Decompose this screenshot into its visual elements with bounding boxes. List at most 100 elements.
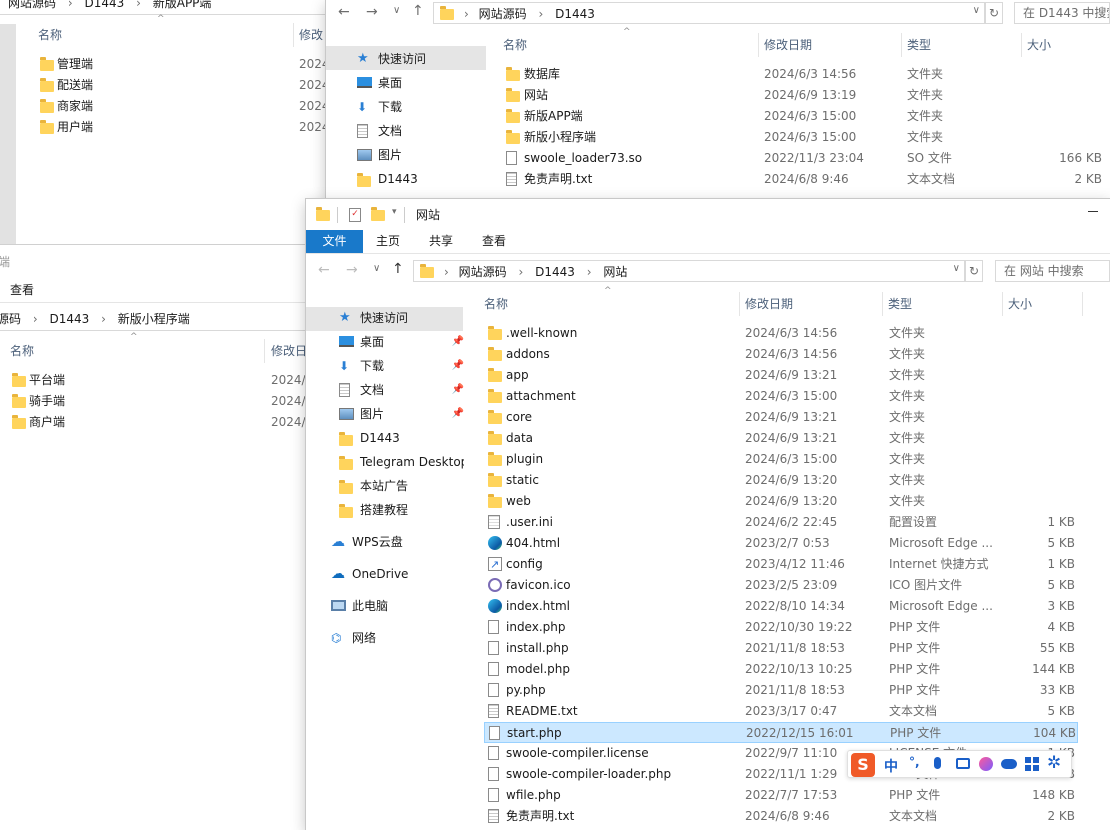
- file-row[interactable]: README.txt 2023/3/17 0:47 文本文档 5 KB: [484, 701, 1078, 722]
- file-row[interactable]: install.php 2021/11/8 18:53 PHP 文件 55 KB: [484, 638, 1078, 659]
- breadcrumb-item[interactable]: 网站: [603, 265, 627, 279]
- file-row[interactable]: .well-known 2024/6/3 14:56 文件夹: [484, 323, 1078, 344]
- ime-punctuation-toggle[interactable]: °,: [909, 755, 920, 769]
- new-folder-icon[interactable]: [371, 207, 385, 221]
- breadcrumb-item[interactable]: 网站源码: [8, 0, 56, 10]
- nav-item[interactable]: 此电脑: [331, 595, 456, 617]
- ribbon-tab-home[interactable]: 主页: [376, 230, 400, 253]
- chevron-down-icon[interactable]: ∨: [953, 263, 960, 274]
- nav-item[interactable]: Telegram Desktop: [339, 451, 464, 473]
- file-row[interactable]: .user.ini 2024/6/2 22:45 配置设置 1 KB: [484, 512, 1078, 533]
- nav-item[interactable]: 文档: [357, 120, 482, 142]
- file-row[interactable]: favicon.ico 2023/2/5 23:09 ICO 图片文件 5 KB: [484, 575, 1078, 596]
- properties-icon[interactable]: ✓: [349, 208, 361, 222]
- breadcrumb-item[interactable]: D1443: [84, 0, 124, 10]
- settings-gear-icon[interactable]: ✲: [1047, 753, 1061, 773]
- nav-item[interactable]: ★ 快速访问: [357, 48, 482, 70]
- nav-item[interactable]: D1443: [357, 168, 482, 190]
- file-row[interactable]: 新版APP端 2024/6/3 15:00 文件夹: [502, 106, 1102, 127]
- gamepad-icon[interactable]: [1001, 759, 1017, 769]
- file-row[interactable]: 新版小程序端 2024/6/3 15:00 文件夹: [502, 127, 1102, 148]
- nav-item[interactable]: ★ 快速访问: [339, 307, 464, 329]
- ribbon-tab-view[interactable]: 查看: [10, 281, 34, 298]
- address-bar[interactable]: › 网站源码 › D1443 › 网站 ∨: [413, 260, 965, 282]
- nav-item[interactable]: 桌面: [357, 72, 482, 94]
- toolbox-grid-icon[interactable]: [1025, 757, 1039, 771]
- list-item[interactable]: 骑手端 2024/: [8, 391, 330, 412]
- file-row[interactable]: data 2024/6/9 13:21 文件夹: [484, 428, 1078, 449]
- up-button[interactable]: ↑: [412, 3, 424, 19]
- file-row[interactable]: wfile.php 2022/7/7 17:53 PHP 文件 148 KB: [484, 785, 1078, 806]
- breadcrumb-item[interactable]: D1443: [555, 7, 595, 21]
- ribbon-tab-file[interactable]: 文件: [306, 230, 363, 253]
- breadcrumb-item[interactable]: 源码: [0, 312, 21, 326]
- up-button[interactable]: ↑: [392, 261, 404, 277]
- column-header-name[interactable]: 名称: [484, 292, 734, 316]
- pin-icon[interactable]: 📌: [452, 379, 464, 401]
- nav-item[interactable]: 桌面 📌: [339, 331, 464, 353]
- file-row[interactable]: start.php 2022/12/15 16:01 PHP 文件 104 KB: [484, 722, 1078, 743]
- forward-button[interactable]: →: [366, 4, 378, 20]
- ime-mode-toggle[interactable]: 中: [884, 756, 898, 776]
- quick-access-toolbar-dropdown-icon[interactable]: ▾: [392, 207, 397, 217]
- nav-pane-edge[interactable]: [0, 24, 16, 245]
- column-header-type[interactable]: 类型: [888, 292, 998, 316]
- nav-item[interactable]: ⌬ 网络: [331, 627, 456, 649]
- file-row[interactable]: 免责声明.txt 2024/6/8 9:46 文本文档 2 KB: [484, 806, 1078, 827]
- column-header-size[interactable]: 大小: [1008, 292, 1078, 316]
- column-header-modified[interactable]: 修改日期: [764, 33, 894, 57]
- list-item[interactable]: 管理端 2024: [36, 54, 329, 75]
- pin-icon[interactable]: 📌: [452, 403, 464, 425]
- file-row[interactable]: 404.html 2023/2/7 0:53 Microsoft Edge ... 5…: [484, 533, 1078, 554]
- forward-button[interactable]: →: [346, 262, 358, 278]
- ribbon-tab-view[interactable]: 查看: [482, 230, 506, 253]
- nav-item[interactable]: 搭建教程: [339, 499, 464, 521]
- nav-item[interactable]: D1443: [339, 427, 464, 449]
- nav-item[interactable]: ⬇ 下载 📌: [339, 355, 464, 377]
- refresh-button[interactable]: ↻: [985, 2, 1003, 24]
- refresh-button[interactable]: ↻: [965, 260, 983, 282]
- list-item[interactable]: 商家端 2024: [36, 96, 329, 117]
- back-button[interactable]: ←: [318, 262, 330, 278]
- chevron-down-icon[interactable]: ∨: [973, 5, 980, 16]
- skin-icon[interactable]: [979, 757, 993, 771]
- recent-dropdown-icon[interactable]: ∨: [373, 263, 380, 274]
- list-item[interactable]: 用户端 2024: [36, 117, 329, 138]
- minimize-button[interactable]: [1088, 211, 1098, 212]
- nav-item[interactable]: ☁ WPS云盘: [331, 531, 456, 553]
- file-row[interactable]: py.php 2021/11/8 18:53 PHP 文件 33 KB: [484, 680, 1078, 701]
- list-item[interactable]: 商户端 2024/: [8, 412, 330, 433]
- file-row[interactable]: 网站 2024/6/9 13:19 文件夹: [502, 85, 1102, 106]
- breadcrumb-item[interactable]: D1443: [535, 265, 575, 279]
- column-header-name[interactable]: 名称: [10, 339, 260, 363]
- nav-item[interactable]: ☁ OneDrive: [331, 563, 456, 585]
- file-row[interactable]: index.html 2022/8/10 14:34 Microsoft Edge …: [484, 596, 1078, 617]
- sogou-logo-icon[interactable]: S: [851, 753, 875, 777]
- breadcrumb-item[interactable]: 网站源码: [479, 7, 527, 21]
- file-row[interactable]: config 2023/4/12 11:46 Internet 快捷方式 1 KB: [484, 554, 1078, 575]
- list-item[interactable]: 平台端 2024/: [8, 370, 330, 391]
- nav-item[interactable]: ⬇ 下载: [357, 96, 482, 118]
- microphone-icon[interactable]: [934, 757, 941, 769]
- column-header-size[interactable]: 大小: [1027, 33, 1097, 57]
- list-item[interactable]: 配送端 2024: [36, 75, 329, 96]
- file-row[interactable]: 免责声明.txt 2024/6/8 9:46 文本文档 2 KB: [502, 169, 1102, 190]
- file-row[interactable]: web 2024/6/9 13:20 文件夹: [484, 491, 1078, 512]
- nav-item[interactable]: 文档 📌: [339, 379, 464, 401]
- search-input[interactable]: 在 D1443 中搜索: [1014, 2, 1110, 24]
- pin-icon[interactable]: 📌: [452, 331, 464, 353]
- column-header-modified[interactable]: 修改日期: [745, 292, 875, 316]
- breadcrumb-item[interactable]: D1443: [49, 312, 89, 326]
- keyboard-icon[interactable]: [956, 758, 970, 769]
- back-button[interactable]: ←: [338, 4, 350, 20]
- column-header-name[interactable]: 名称: [503, 33, 753, 57]
- breadcrumb-item[interactable]: 网站源码: [459, 265, 507, 279]
- column-header-name[interactable]: 名称: [38, 23, 288, 47]
- file-row[interactable]: plugin 2024/6/3 15:00 文件夹: [484, 449, 1078, 470]
- pin-icon[interactable]: 📌: [452, 355, 464, 377]
- file-row[interactable]: attachment 2024/6/3 15:00 文件夹: [484, 386, 1078, 407]
- address-bar[interactable]: › 网站源码 › D1443 ∨: [433, 2, 985, 24]
- column-header-type[interactable]: 类型: [907, 33, 1017, 57]
- file-row[interactable]: swoole_loader73.so 2022/11/3 23:04 SO 文件 16…: [502, 148, 1102, 169]
- file-row[interactable]: app 2024/6/9 13:21 文件夹: [484, 365, 1078, 386]
